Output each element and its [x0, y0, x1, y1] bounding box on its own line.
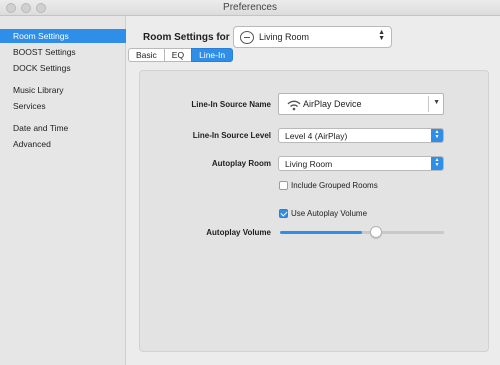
line-in-source-level-value: Level 4 (AirPlay) [285, 131, 348, 141]
autoplay-volume-slider-fill [280, 231, 362, 234]
sidebar-item-services[interactable]: Services [0, 99, 126, 113]
speaker-icon [240, 31, 254, 44]
autoplay-room-label: Autoplay Room [211, 159, 271, 168]
use-autoplay-volume-row[interactable]: Use Autoplay Volume [279, 207, 367, 219]
sidebar-item-music-library[interactable]: Music Library [0, 83, 126, 97]
room-selector-value: Living Room [259, 32, 310, 42]
sidebar-item-advanced[interactable]: Advanced [0, 137, 126, 151]
tab-basic[interactable]: Basic [128, 48, 165, 62]
room-settings-for-label: Room Settings for [143, 32, 230, 43]
combo-divider [428, 96, 429, 112]
line-in-source-name-label: Line-In Source Name [191, 100, 271, 109]
up-down-arrows-icon: ▲ ▼ [378, 29, 385, 42]
window-title: Preferences [223, 2, 277, 13]
use-autoplay-volume-checkbox[interactable] [279, 208, 288, 218]
include-grouped-rooms-label: Include Grouped Rooms [291, 180, 378, 190]
sidebar: Room Settings BOOST Settings DOCK Settin… [0, 16, 126, 365]
preferences-window: Preferences Room Settings BOOST Settings… [0, 0, 500, 365]
up-down-arrows-icon: ▲ ▼ [431, 129, 443, 142]
sidebar-item-boost-settings[interactable]: BOOST Settings [0, 45, 126, 59]
room-selector[interactable]: Living Room ▲ ▼ [233, 26, 392, 48]
autoplay-room-select[interactable]: Living Room ▲ ▼ [278, 156, 444, 171]
sidebar-item-date-and-time[interactable]: Date and Time [0, 121, 126, 135]
line-in-source-level-label: Line-In Source Level [192, 131, 271, 140]
line-in-source-name-combo[interactable]: AirPlay Device ▼ [278, 93, 444, 115]
sidebar-item-room-settings[interactable]: Room Settings [0, 29, 126, 43]
line-in-source-name-value: AirPlay Device [303, 99, 362, 109]
chevron-down-icon[interactable]: ▼ [433, 99, 440, 106]
up-down-arrows-icon: ▲ ▼ [431, 157, 443, 170]
airplay-wifi-icon [287, 100, 301, 111]
autoplay-room-value: Living Room [285, 159, 333, 169]
tab-line-in[interactable]: Line-In [191, 48, 234, 62]
autoplay-volume-label: Autoplay Volume [206, 228, 271, 237]
use-autoplay-volume-label: Use Autoplay Volume [291, 208, 368, 218]
autoplay-volume-slider-knob[interactable] [370, 226, 382, 238]
tab-bar: Basic EQ Line-In [128, 48, 234, 62]
include-grouped-rooms-checkbox[interactable] [279, 180, 288, 190]
autoplay-volume-slider-track[interactable] [280, 231, 444, 234]
tab-eq[interactable]: EQ [163, 48, 193, 62]
sidebar-item-dock-settings[interactable]: DOCK Settings [0, 61, 126, 75]
include-grouped-rooms-row[interactable]: Include Grouped Rooms [279, 179, 378, 191]
title-bar: Preferences [0, 0, 500, 16]
line-in-source-level-select[interactable]: Level 4 (AirPlay) ▲ ▼ [278, 128, 444, 143]
